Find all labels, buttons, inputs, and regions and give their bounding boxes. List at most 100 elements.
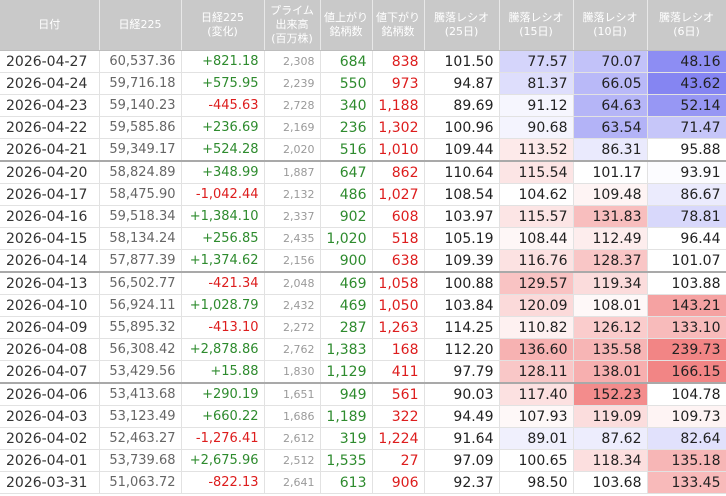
header-date[interactable]: 日付 <box>0 0 100 51</box>
ratio-15-cell: 81.37 <box>499 72 574 95</box>
ratio-15-cell: 116.76 <box>499 249 574 273</box>
decliners-cell: 518 <box>372 227 425 250</box>
table-row: 2026-04-06 53,413.68 +290.19 1,651 949 561 90.… <box>0 382 726 406</box>
change-cell: +256.85 <box>181 227 265 250</box>
date-cell: 2026-04-22 <box>0 116 100 139</box>
volume-cell: 2,048 <box>264 271 321 295</box>
volume-cell: 1,830 <box>264 360 321 384</box>
ratio-6-cell: 166.15 <box>647 360 726 384</box>
decliners-cell: 1,027 <box>372 183 425 206</box>
volume-cell: 2,308 <box>264 50 321 73</box>
table-row: 2026-04-09 55,895.32 -413.10 2,272 287 1,263 1… <box>0 316 726 339</box>
decliners-cell: 1,058 <box>372 271 425 295</box>
volume-cell: 2,512 <box>264 449 321 472</box>
ratio-15-cell: 117.40 <box>499 382 574 406</box>
ratio-25-cell: 94.87 <box>424 72 500 95</box>
header-row: 日付 日経225 日経225 (変化) プライム 出来高 (百万株) 値上がり 銘柄数 値下がり銘… <box>0 0 726 51</box>
change-cell: +1,384.10 <box>181 205 265 228</box>
nikkei-cell: 58,475.90 <box>99 183 182 206</box>
nikkei-cell: 59,585.86 <box>99 116 182 139</box>
advancers-cell: 1,020 <box>320 227 373 250</box>
decliners-cell: 1,263 <box>372 316 425 339</box>
change-cell: +1,374.62 <box>181 249 265 273</box>
volume-cell: 2,156 <box>264 249 321 273</box>
volume-cell: 2,641 <box>264 471 321 494</box>
ratio-25-cell: 101.50 <box>424 50 500 73</box>
volume-cell: 1,686 <box>264 405 321 428</box>
ratio-10-cell: 109.48 <box>573 183 648 206</box>
decliners-cell: 27 <box>372 449 425 472</box>
volume-cell: 2,432 <box>264 294 321 317</box>
ratio-15-cell: 77.57 <box>499 50 574 73</box>
ratio-25-cell: 105.19 <box>424 227 500 250</box>
nikkei-cell: 59,716.18 <box>99 72 182 95</box>
nikkei-cell: 56,308.42 <box>99 338 182 361</box>
change-cell: +290.19 <box>181 382 265 406</box>
date-cell: 2026-04-17 <box>0 183 100 206</box>
ratio-15-cell: 91.12 <box>499 94 574 117</box>
date-cell: 2026-04-10 <box>0 294 100 317</box>
decliners-cell: 638 <box>372 249 425 273</box>
ratio-6-cell: 96.44 <box>647 227 726 250</box>
ratio-15-cell: 108.44 <box>499 227 574 250</box>
advancers-cell: 1,383 <box>320 338 373 361</box>
date-cell: 2026-04-09 <box>0 316 100 339</box>
ratio-25-cell: 92.37 <box>424 471 500 494</box>
ratio-6-cell: 101.07 <box>647 249 726 273</box>
ratio-10-cell: 119.09 <box>573 405 648 428</box>
change-cell: +2,675.96 <box>181 449 265 472</box>
decliners-cell: 1,050 <box>372 294 425 317</box>
header-decliners[interactable]: 値下がり 銘柄数 <box>372 0 425 51</box>
ratio-10-cell: 70.07 <box>573 50 648 73</box>
nikkei-cell: 58,824.89 <box>99 160 182 184</box>
header-nikkei[interactable]: 日経225 <box>99 0 182 51</box>
change-cell: +660.22 <box>181 405 265 428</box>
nikkei-cell: 56,924.11 <box>99 294 182 317</box>
ratio-6-cell: 135.18 <box>647 449 726 472</box>
advancers-cell: 613 <box>320 471 373 494</box>
ratio-6-cell: 109.73 <box>647 405 726 428</box>
change-cell: -1,042.44 <box>181 183 265 206</box>
ratio-15-cell: 100.65 <box>499 449 574 472</box>
decliners-cell: 862 <box>372 160 425 184</box>
header-ratio-25[interactable]: 騰落レシオ (25日) <box>424 0 500 51</box>
table-row: 2026-04-24 59,716.18 +575.95 2,239 550 973 94.… <box>0 72 726 95</box>
advancers-cell: 550 <box>320 72 373 95</box>
header-advancers[interactable]: 値上がり 銘柄数 <box>320 0 373 51</box>
header-ratio-15[interactable]: 騰落レシオ (15日) <box>499 0 574 51</box>
ratio-15-cell: 128.11 <box>499 360 574 384</box>
header-change[interactable]: 日経225 (変化) <box>181 0 265 51</box>
change-cell: +15.88 <box>181 360 265 384</box>
ratio-10-cell: 152.23 <box>573 382 648 406</box>
table-row: 2026-04-27 60,537.36 +821.18 2,308 684 838 101… <box>0 50 726 73</box>
ratio-15-cell: 115.57 <box>499 205 574 228</box>
ratio-15-cell: 129.57 <box>499 271 574 295</box>
change-cell: +575.95 <box>181 72 265 95</box>
ratio-6-cell: 82.64 <box>647 427 726 450</box>
ratio-25-cell: 97.79 <box>424 360 500 384</box>
ratio-10-cell: 108.01 <box>573 294 648 317</box>
nikkei-cell: 58,134.24 <box>99 227 182 250</box>
ratio-6-cell: 103.88 <box>647 271 726 295</box>
advancers-cell: 684 <box>320 50 373 73</box>
ratio-15-cell: 90.68 <box>499 116 574 139</box>
ratio-6-cell: 239.73 <box>647 338 726 361</box>
volume-cell: 2,239 <box>264 72 321 95</box>
date-cell: 2026-04-15 <box>0 227 100 250</box>
advancers-cell: 647 <box>320 160 373 184</box>
market-breadth-table: 日付 日経225 日経225 (変化) プライム 出来高 (百万株) 値上がり 銘柄数 値下がり銘… <box>0 0 726 494</box>
ratio-15-cell: 89.01 <box>499 427 574 450</box>
ratio-6-cell: 48.16 <box>647 50 726 73</box>
header-ratio-6[interactable]: 騰落レシオ (6日) <box>647 0 726 51</box>
date-cell: 2026-04-14 <box>0 249 100 273</box>
volume-cell: 2,132 <box>264 183 321 206</box>
date-cell: 2026-04-06 <box>0 382 100 406</box>
advancers-cell: 469 <box>320 271 373 295</box>
date-cell: 2026-04-24 <box>0 72 100 95</box>
header-volume[interactable]: プライム 出来高 (百万株) <box>264 0 321 51</box>
ratio-10-cell: 87.62 <box>573 427 648 450</box>
table-row: 2026-04-13 56,502.77 -421.34 2,048 469 1,058 1… <box>0 271 726 295</box>
table-row: 2026-04-21 59,349.17 +524.28 2,020 516 1,010 1… <box>0 138 726 162</box>
change-cell: -413.10 <box>181 316 265 339</box>
header-ratio-10[interactable]: 騰落レシオ (10日) <box>573 0 648 51</box>
